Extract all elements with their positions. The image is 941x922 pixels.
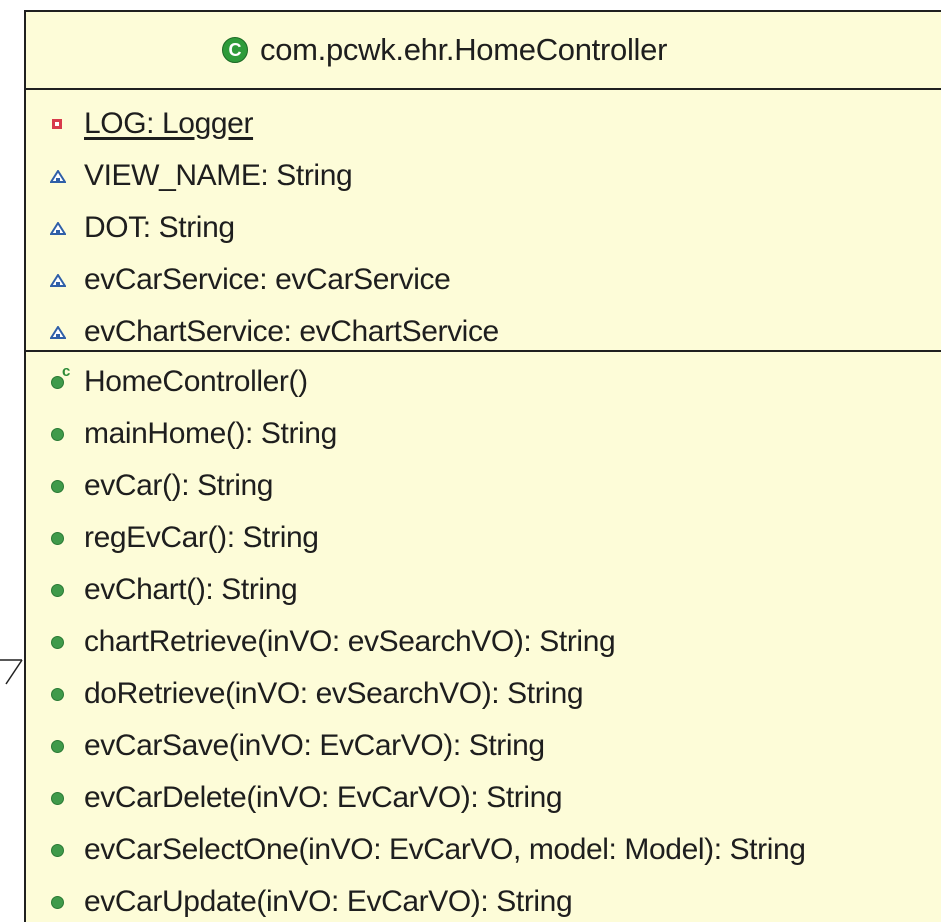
diagram-canvas: C com.pcwk.ehr.HomeController LOG: Logge…	[0, 0, 941, 922]
operation-row[interactable]: evChart(): String	[26, 564, 941, 616]
default-field-icon	[46, 320, 70, 344]
default-field-icon	[46, 268, 70, 292]
operation-row-label: regEvCar(): String	[84, 521, 319, 554]
operation-row[interactable]: mainHome(): String	[26, 408, 941, 460]
operation-row-label: evCarSave(inVO: EvCarVO): String	[84, 729, 545, 762]
operation-row-label: evCarSelectOne(inVO: EvCarVO, model: Mod…	[84, 833, 806, 866]
connector-line	[0, 659, 23, 685]
operation-row-label: evCarDelete(inVO: EvCarVO): String	[84, 781, 563, 814]
operations-compartment: c HomeController() mainHome(): String evCar…	[26, 352, 941, 922]
operation-row[interactable]: evCarDelete(inVO: EvCarVO): String	[26, 772, 941, 824]
attribute-row[interactable]: LOG: Logger	[26, 98, 941, 150]
attribute-row-label: DOT: String	[84, 211, 235, 244]
operation-row-label: mainHome(): String	[84, 417, 337, 450]
class-icon: C	[222, 37, 248, 63]
operation-row-label: chartRetrieve(inVO: evSearchVO): String	[84, 625, 616, 658]
public-method-icon	[46, 578, 70, 602]
default-field-icon	[46, 216, 70, 240]
operation-row-label: evCarUpdate(inVO: EvCarVO): String	[84, 885, 573, 918]
public-method-icon	[46, 838, 70, 862]
operation-row[interactable]: regEvCar(): String	[26, 512, 941, 564]
public-method-icon	[46, 682, 70, 706]
attributes-compartment: LOG: Logger VIEW_NAME: String DOT: String e…	[26, 90, 941, 352]
attribute-row-label: VIEW_NAME: String	[84, 159, 353, 192]
class-name: com.pcwk.ehr.HomeController	[260, 32, 668, 67]
operation-row-label: evChart(): String	[84, 573, 298, 606]
uml-class-box[interactable]: C com.pcwk.ehr.HomeController LOG: Logge…	[24, 10, 941, 922]
operation-row-label: evCar(): String	[84, 469, 274, 502]
operation-row-label: HomeController()	[84, 365, 308, 398]
private-field-icon	[46, 112, 70, 136]
attribute-row[interactable]: evCarService: evCarService	[26, 254, 941, 306]
operation-row[interactable]: evCar(): String	[26, 460, 941, 512]
public-method-icon	[46, 734, 70, 758]
default-field-icon	[46, 164, 70, 188]
operation-row[interactable]: evCarSelectOne(inVO: EvCarVO, model: Mod…	[26, 824, 941, 876]
attribute-row-label: evCarService: evCarService	[84, 263, 451, 296]
attribute-row-label: evChartService: evChartService	[84, 315, 499, 348]
operation-row[interactable]: chartRetrieve(inVO: evSearchVO): String	[26, 616, 941, 668]
public-method-icon	[46, 786, 70, 810]
attribute-row[interactable]: VIEW_NAME: String	[26, 150, 941, 202]
constructor-icon: c	[46, 364, 70, 394]
operation-row[interactable]: evCarSave(inVO: EvCarVO): String	[26, 720, 941, 772]
attribute-row-label: LOG: Logger	[84, 107, 254, 140]
public-method-icon	[46, 890, 70, 914]
operation-row[interactable]: c HomeController()	[26, 356, 941, 408]
operation-row[interactable]: doRetrieve(inVO: evSearchVO): String	[26, 668, 941, 720]
public-method-icon	[46, 630, 70, 654]
attribute-row[interactable]: evChartService: evChartService	[26, 306, 941, 358]
operation-row[interactable]: evCarUpdate(inVO: EvCarVO): String	[26, 876, 941, 922]
operation-row-label: doRetrieve(inVO: evSearchVO): String	[84, 677, 584, 710]
attribute-row[interactable]: DOT: String	[26, 202, 941, 254]
public-method-icon	[46, 526, 70, 550]
public-method-icon	[46, 474, 70, 498]
class-icon-glyph: C	[228, 40, 242, 60]
public-method-icon	[46, 422, 70, 446]
class-header: C com.pcwk.ehr.HomeController	[26, 12, 941, 90]
